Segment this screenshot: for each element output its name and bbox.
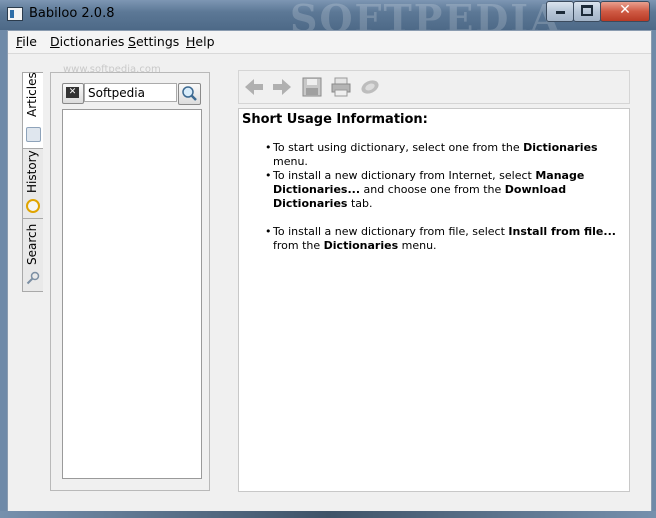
usage-bullet-2: To install a new dictionary from Interne… bbox=[265, 169, 623, 211]
tab-articles-label: Articles bbox=[25, 72, 39, 117]
tab-search[interactable]: Search bbox=[22, 218, 43, 292]
bullet3-install: Install from file... bbox=[508, 225, 616, 238]
search-input[interactable] bbox=[84, 83, 177, 102]
search-tab-icon bbox=[26, 271, 40, 285]
maximize-icon bbox=[581, 5, 593, 16]
search-button[interactable] bbox=[178, 83, 201, 105]
save-icon[interactable] bbox=[301, 76, 323, 98]
close-button[interactable]: ✕ bbox=[600, 1, 650, 22]
menu-file-label: ile bbox=[22, 34, 37, 49]
menu-file[interactable]: File bbox=[16, 34, 37, 49]
menu-help[interactable]: Help bbox=[186, 34, 215, 49]
bullet1-text: To start using dictionary, select one fr… bbox=[273, 141, 524, 154]
forward-arrow-icon[interactable] bbox=[271, 76, 293, 98]
app-window: SOFTPEDIA Babiloo 2.0.8 ✕ File Dictionar… bbox=[0, 0, 656, 518]
bullet3-mid: from the bbox=[273, 239, 324, 252]
maximize-button[interactable] bbox=[573, 1, 601, 22]
articles-icon bbox=[26, 127, 41, 142]
bullet2-mid: and choose one from the bbox=[360, 183, 505, 196]
window-bottom-border bbox=[0, 511, 656, 518]
close-icon: ✕ bbox=[619, 2, 631, 18]
bullet3-end: menu. bbox=[398, 239, 437, 252]
magnifier-icon bbox=[182, 86, 197, 101]
usage-bullet-1: To start using dictionary, select one fr… bbox=[265, 141, 623, 169]
tab-history[interactable]: History bbox=[22, 148, 43, 220]
window-title: Babiloo 2.0.8 bbox=[29, 6, 115, 21]
minimize-icon bbox=[555, 11, 565, 14]
menu-dictionaries-accel: D bbox=[50, 34, 60, 49]
menu-dictionaries[interactable]: Dictionaries bbox=[50, 34, 124, 49]
menu-settings-accel: S bbox=[128, 34, 136, 49]
minimize-button[interactable] bbox=[546, 1, 574, 22]
menu-bar: File Dictionaries Settings Help bbox=[8, 31, 651, 54]
back-arrow-icon[interactable] bbox=[243, 76, 265, 98]
clear-icon: ✕ bbox=[66, 87, 79, 98]
speak-icon[interactable] bbox=[359, 76, 381, 98]
bullet3-dictionaries: Dictionaries bbox=[323, 239, 399, 252]
menu-help-accel: H bbox=[186, 34, 196, 49]
menu-help-label: elp bbox=[195, 34, 215, 49]
bullet2-end: tab. bbox=[347, 197, 373, 210]
article-view: Short Usage Information: To start using … bbox=[238, 108, 630, 492]
tab-search-label: Search bbox=[25, 223, 39, 265]
bullet2-text: To install a new dictionary from Interne… bbox=[273, 169, 536, 182]
bullet1-dictionaries: Dictionaries bbox=[523, 141, 598, 154]
clear-search-button[interactable]: ✕ bbox=[62, 83, 84, 104]
title-bar[interactable]: SOFTPEDIA Babiloo 2.0.8 ✕ bbox=[0, 0, 656, 41]
usage-bullet-3: To install a new dictionary from file, s… bbox=[265, 225, 623, 253]
usage-heading: Short Usage Information: bbox=[242, 112, 428, 127]
menu-dictionaries-label: ictionaries bbox=[59, 34, 125, 49]
bullet1-end: menu. bbox=[273, 155, 308, 168]
print-icon[interactable] bbox=[330, 76, 352, 98]
clock-icon bbox=[26, 199, 40, 213]
menu-settings-label: ettings bbox=[135, 34, 180, 49]
article-list[interactable] bbox=[62, 109, 202, 479]
app-icon[interactable] bbox=[7, 7, 23, 21]
tab-history-label: History bbox=[25, 150, 39, 193]
menu-settings[interactable]: Settings bbox=[128, 34, 179, 49]
toolbar bbox=[238, 70, 630, 104]
bullet3-text: To install a new dictionary from file, s… bbox=[273, 225, 509, 238]
tab-articles[interactable]: Articles bbox=[22, 72, 43, 150]
